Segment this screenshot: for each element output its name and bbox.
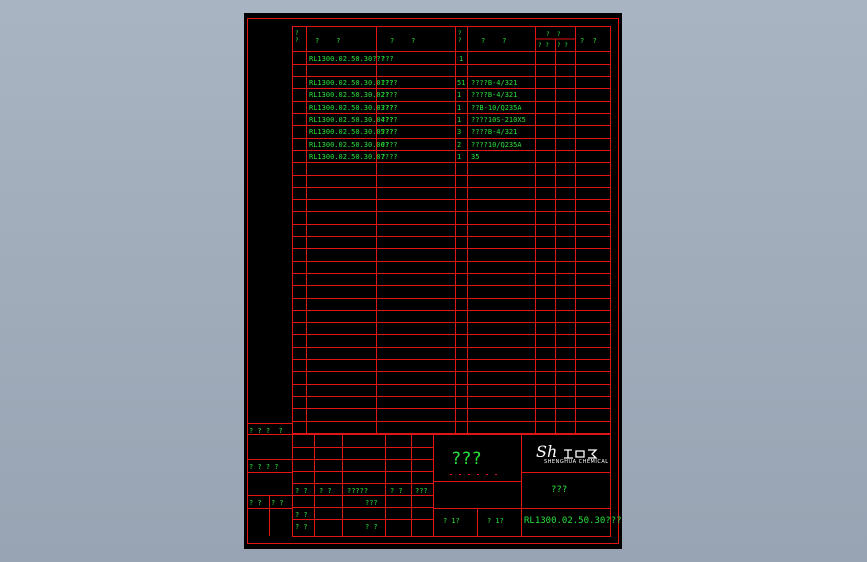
part-row-name: ??: [381, 141, 390, 149]
part-row-material: ????B-4/321: [471, 79, 518, 87]
parts-list-drawing: [247, 18, 619, 544]
part-row-name: ???: [381, 79, 394, 87]
drawing-name: ???: [451, 449, 482, 469]
part-row-material: ????10S-210X5: [471, 116, 526, 124]
assembly-qty: 1: [459, 55, 464, 63]
scale-label: ? 1?: [443, 517, 460, 525]
drawing-number: RL1300.02.50.30???: [524, 516, 622, 526]
part-row-name: ???: [381, 116, 394, 124]
header-seq: ? ?: [295, 30, 299, 44]
part-row-qty: 1: [457, 104, 462, 112]
company-logo-mark: [562, 445, 602, 459]
tb-r1c2: ? ?: [319, 487, 332, 495]
part-row-qty: 1: [457, 153, 462, 161]
drawing-sheet: ? ? ? ? ? ? ? ? ? ? ? ? ? ? ? ? ? ? RL13…: [244, 13, 622, 549]
left-strip-label-1: ? ? ? ?: [249, 427, 283, 435]
tb-r1c4: ? ?: [390, 487, 403, 495]
assembly-name: ???: [381, 55, 394, 63]
tb-r3c1: ? ?: [295, 511, 308, 519]
tb-r2c4: ???: [365, 499, 378, 507]
part-row-name: ???: [381, 104, 394, 112]
header-weight-title: ? ?: [546, 31, 561, 38]
company-name: ???: [551, 485, 568, 495]
part-row-name: ???: [381, 128, 394, 136]
part-row-material: ??B-10/Q235A: [471, 104, 522, 112]
tb-r1c3: ?????: [347, 487, 369, 495]
tb-r1c5: ???: [415, 487, 428, 495]
tb-r1c1: ? ?: [295, 487, 308, 495]
header-name: ? ?: [390, 37, 416, 45]
header-qty: ? ?: [458, 30, 462, 44]
tb-r4c4: ? ?: [365, 523, 378, 531]
part-row-qty: 51: [457, 79, 466, 87]
part-row-name: ?: [381, 153, 386, 161]
part-row-name: ??: [381, 91, 390, 99]
left-strip-label-3a: ? ?: [249, 499, 262, 507]
part-row-qty: 1: [457, 91, 462, 99]
header-weight-total: ? ?: [557, 42, 568, 49]
tb-r4c1: ? ?: [295, 523, 308, 531]
header-weight-unit: ? ?: [538, 42, 549, 49]
header-code: ? ?: [315, 37, 341, 45]
header-material: ? ?: [481, 37, 507, 45]
part-row-material: ????B-4/321: [471, 91, 518, 99]
part-row-material: 35: [471, 153, 480, 161]
part-row-qty: 2: [457, 141, 462, 149]
left-strip-label-3b: ? ?: [271, 499, 284, 507]
assembly-code: RL1300.02.50.30???: [309, 55, 385, 63]
part-row-material: ????B-4/321: [471, 128, 518, 136]
part-row-qty: 1: [457, 116, 462, 124]
sheet-label: ? 1?: [487, 517, 504, 525]
part-row-material: ????10/Q235A: [471, 141, 522, 149]
header-remark: ? ?: [580, 37, 597, 45]
company-logo: Sh: [536, 442, 558, 461]
part-row-qty: 3: [457, 128, 462, 136]
left-strip-label-2: ? ? ? ?: [249, 463, 279, 471]
company-logo-subtitle: SHENGHUA CHEMICAL: [544, 459, 609, 465]
